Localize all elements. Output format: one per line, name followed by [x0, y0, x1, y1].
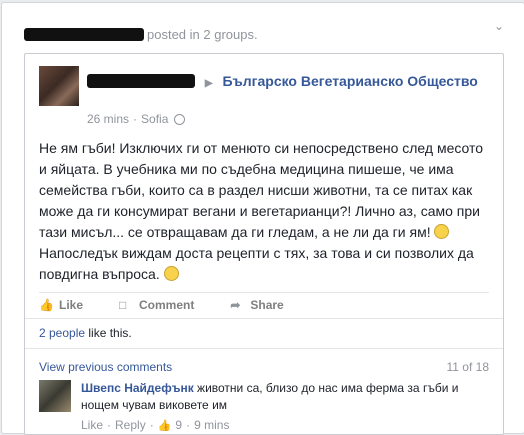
- post-location[interactable]: Sofia: [141, 112, 168, 126]
- globe-icon: [174, 113, 186, 125]
- comment-actions: Like · Reply · 👍 9 · 9 mins: [81, 418, 229, 432]
- post-meta: 26 mins · Sofia: [87, 112, 186, 126]
- comments-counter: 11 of 18: [446, 360, 489, 374]
- like-button[interactable]: 👍 Like: [39, 298, 83, 312]
- speech-bubble-icon: □: [119, 298, 127, 312]
- view-previous-comments-link[interactable]: View previous comments: [39, 360, 172, 374]
- divider: [25, 348, 503, 349]
- comment-label: Comment: [139, 298, 195, 312]
- post-text-part1: Не ям гъби! Изключих ги от менюто си неп…: [39, 140, 484, 240]
- like-label: Like: [59, 298, 84, 312]
- share-arrow-icon: ➦: [230, 298, 241, 312]
- posted-in-groups-text: posted in 2 groups.: [147, 27, 258, 42]
- likes-suffix: like this.: [85, 326, 132, 340]
- post-author-row: ▶ Българско Вегетарианско Общество: [87, 71, 487, 94]
- separator: ·: [149, 418, 154, 432]
- group-name-link[interactable]: Българско Вегетарианско Общество: [222, 73, 477, 89]
- feed-story: posted in 2 groups. ⌄ ▶ Българско Вегета…: [1, 2, 524, 435]
- divider: [25, 318, 503, 319]
- thumbs-up-icon: 👍: [39, 298, 54, 312]
- likes-count-link[interactable]: 2 people: [39, 326, 85, 340]
- comment-text-block: Швепс Найдефънк животни са, близо до нас…: [81, 380, 481, 414]
- comment-button[interactable]: □ Comment: [119, 298, 194, 312]
- avatar[interactable]: [39, 66, 79, 106]
- comment-like-count[interactable]: 9: [175, 418, 182, 432]
- comment-reply-link[interactable]: Reply: [115, 418, 146, 432]
- likes-summary: 2 people like this.: [39, 326, 132, 340]
- post-time[interactable]: 26 mins: [87, 112, 129, 126]
- post-body: Не ям гъби! Изключих ги от менюто си неп…: [39, 138, 489, 285]
- comment-time[interactable]: 9 mins: [194, 418, 229, 432]
- separator: ·: [186, 418, 191, 432]
- smiley-emoji-icon: [163, 266, 179, 281]
- separator: ·: [107, 418, 112, 432]
- redacted-author-name: [87, 74, 195, 88]
- post-actions: 👍 Like □ Comment ➦ Share: [39, 292, 489, 317]
- smiley-emoji-icon: [434, 224, 450, 239]
- arrow-right-icon: ▶: [204, 78, 213, 89]
- thumbs-up-icon: 👍: [157, 419, 172, 432]
- avatar[interactable]: [39, 380, 71, 412]
- share-button[interactable]: ➦ Share: [230, 298, 283, 312]
- comments-header: View previous comments 11 of 18: [39, 360, 489, 374]
- story-header: posted in 2 groups.: [24, 27, 258, 42]
- comment-like-link[interactable]: Like: [81, 418, 103, 432]
- comment-author-link[interactable]: Швепс Найдефънк: [81, 381, 194, 395]
- post-text-part2: Напоследък виждам доста рецепти с тях, з…: [39, 245, 474, 282]
- chevron-down-icon[interactable]: ⌄: [492, 19, 506, 33]
- redacted-author-name: [24, 28, 144, 41]
- share-label: Share: [250, 298, 284, 312]
- meta-separator: ·: [133, 112, 138, 126]
- shared-post-card: ▶ Българско Вегетарианско Общество 26 mi…: [24, 53, 504, 435]
